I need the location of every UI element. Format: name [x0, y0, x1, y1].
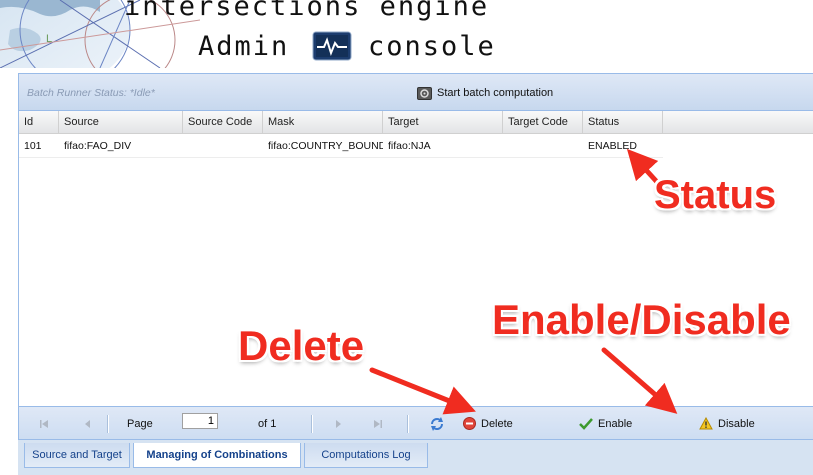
last-page-button[interactable]	[373, 407, 383, 440]
cell-target-code	[503, 136, 583, 157]
disable-label: Disable	[718, 417, 755, 430]
warning-icon	[699, 417, 713, 430]
annotation-enable-disable: Enable/Disable	[492, 296, 791, 343]
enable-label: Enable	[598, 417, 633, 430]
next-page-icon	[336, 419, 341, 428]
tab-source-and-target[interactable]: Source and Target	[24, 443, 130, 468]
cell-source-code	[183, 136, 263, 157]
cell-status: ENABLED	[588, 140, 638, 152]
paging-toolbar: Page of 1 Delete Enable	[19, 406, 813, 440]
grid-header: Id Source Source Code Mask Target Target…	[19, 111, 813, 134]
prev-page-icon	[85, 419, 90, 428]
cell-id: 101	[24, 140, 42, 152]
first-page-icon	[40, 419, 48, 428]
column-header-source-code[interactable]: Source Code	[183, 111, 263, 133]
refresh-icon	[431, 416, 443, 431]
tab-computations-log[interactable]: Computations Log	[304, 443, 428, 468]
start-batch-label: Start batch computation	[437, 87, 554, 99]
delete-button[interactable]: Delete	[463, 407, 513, 440]
tab-managing-combinations[interactable]: Managing of Combinations	[133, 443, 301, 468]
app-title-console: console	[368, 31, 496, 62]
svg-text:L: L	[46, 33, 52, 45]
column-header-status[interactable]: Status	[583, 111, 663, 133]
batch-runner-status: Batch Runner Status: *Idle*	[27, 87, 155, 99]
first-page-button[interactable]	[39, 407, 49, 440]
last-page-icon	[374, 419, 382, 428]
column-header-target[interactable]: Target	[383, 111, 503, 133]
checkmark-icon	[579, 417, 593, 430]
next-page-button[interactable]	[333, 407, 343, 440]
panel-toolbar: Batch Runner Status: *Idle* Start batch …	[19, 74, 813, 111]
column-header-source[interactable]: Source	[59, 111, 183, 133]
delete-label: Delete	[481, 417, 513, 430]
page-number-input[interactable]	[182, 413, 218, 429]
annotation-delete: Delete	[238, 322, 365, 369]
refresh-button[interactable]	[429, 407, 445, 440]
page-count-label: of 1	[258, 417, 277, 430]
disable-button[interactable]: Disable	[699, 407, 755, 440]
cell-mask: fifao:COUNTRY_BOUNDARIES	[268, 140, 383, 152]
delete-icon	[463, 417, 476, 430]
bottom-tab-bar: Source and Target Managing of Combinatio…	[18, 439, 813, 475]
app-title-admin: Admin	[198, 31, 290, 62]
cell-source: fifao:FAO_DIV	[64, 140, 132, 152]
enable-button[interactable]: Enable	[579, 407, 632, 440]
app-title-line1: intersections engine	[124, 0, 490, 22]
table-row[interactable]: 101 fifao:FAO_DIV fifao:COUNTRY_BOUNDARI…	[19, 136, 663, 158]
start-batch-button[interactable]: Start batch computation	[417, 84, 553, 102]
cell-target: fifao:NJA	[388, 140, 431, 152]
column-header-target-code[interactable]: Target Code	[503, 111, 583, 133]
gear-monitor-icon	[417, 86, 432, 100]
column-header-id[interactable]: Id	[19, 111, 59, 133]
annotation-status: Status	[654, 173, 777, 217]
combinations-panel: Batch Runner Status: *Idle* Start batch …	[18, 73, 813, 441]
prev-page-button[interactable]	[83, 407, 93, 440]
app-header: L intersections engine Admin console	[0, 0, 813, 68]
column-header-mask[interactable]: Mask	[263, 111, 383, 133]
page-label: Page	[127, 417, 153, 430]
monitor-heartbeat-icon	[312, 31, 352, 61]
